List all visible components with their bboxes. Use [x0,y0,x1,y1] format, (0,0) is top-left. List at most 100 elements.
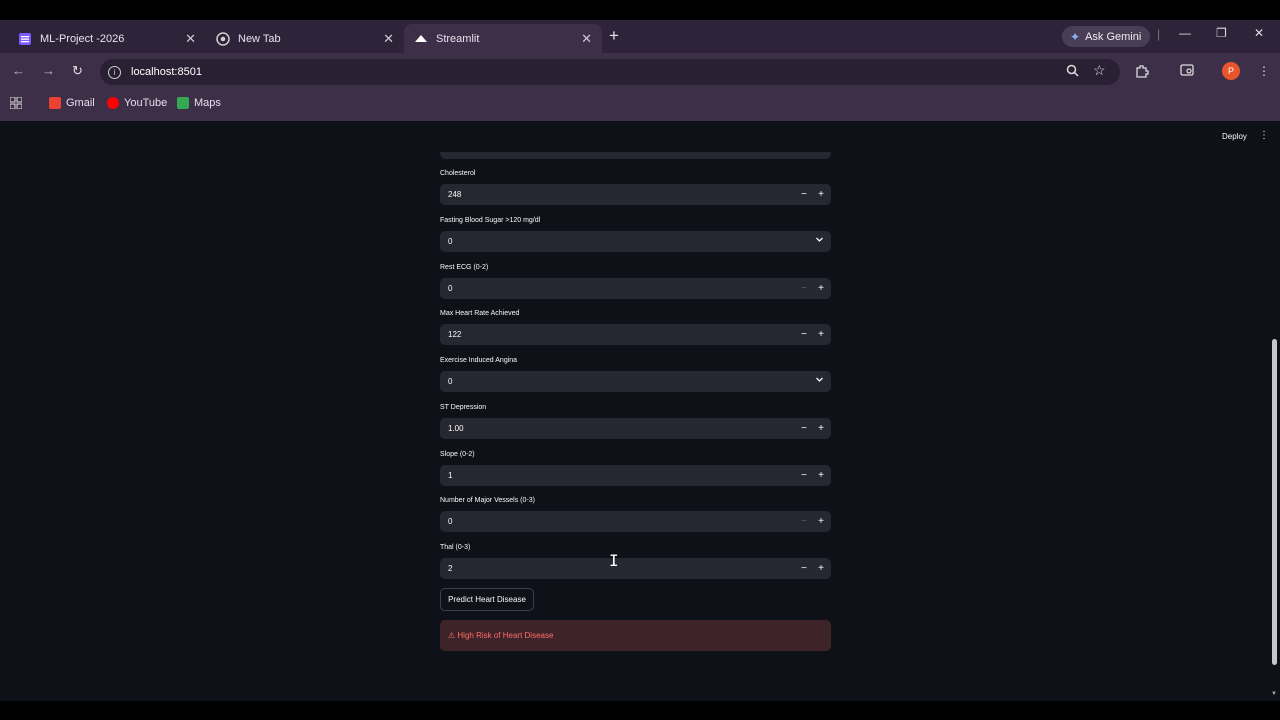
number-input[interactable]: 122 − + [440,324,831,345]
select-value: 0 [448,237,453,246]
number-input[interactable]: 248 − + [440,184,831,205]
decrement-button[interactable]: − [797,421,811,436]
browser-menu-icon[interactable]: ⋮ [1258,64,1270,78]
gemini-label: Ask Gemini [1085,30,1142,43]
bookmark-maps[interactable]: Maps [177,97,221,109]
field-label: ST Depression [440,404,487,411]
increment-button[interactable]: + [814,468,828,483]
bookmark-star-icon[interactable]: ☆ [1093,62,1106,79]
input-value: 1 [448,471,453,480]
decrement-button[interactable]: − [797,468,811,483]
chevron-down-icon [815,375,824,386]
tab-title: ML-Project -2026 [40,32,125,45]
number-input[interactable]: 0 − + [440,511,831,532]
decrement-button[interactable]: − [797,561,811,576]
increment-button[interactable]: + [814,561,828,576]
number-input[interactable]: 1 − + [440,465,831,486]
predict-button[interactable]: Predict Heart Disease [440,588,534,611]
tab-streamlit[interactable]: Streamlit ✕ [404,24,602,53]
bookmark-gmail[interactable]: Gmail [49,97,95,109]
text-cursor-icon: I [609,551,619,570]
bookmark-label: Gmail [66,97,95,109]
new-tab-button[interactable]: + [609,26,619,46]
gmail-icon [49,97,61,109]
field-fasting-blood-sugar: Fasting Blood Sugar >120 mg/dl 0 [440,217,831,252]
field-thal: Thal (0-3) 2 − + [440,544,831,579]
decrement-button[interactable]: − [797,187,811,202]
close-icon[interactable]: ✕ [581,31,592,47]
input-value: 0 [448,517,453,526]
number-input[interactable]: 1.00 − + [440,418,831,439]
result-error-alert: ⚠ High Risk of Heart Disease [440,620,831,651]
decrement-button[interactable]: − [797,514,811,529]
field-rest-ecg: Rest ECG (0-2) 0 − + [440,264,831,299]
tab-search-icon[interactable] [1180,64,1194,80]
gemini-icon: ✦ [1070,29,1081,44]
profile-avatar[interactable]: P [1222,62,1240,80]
field-label: Max Heart Rate Achieved [440,310,520,317]
field-cholesterol: Cholesterol 248 − + [440,170,831,205]
screen: ML-Project -2026 ✕ New Tab ✕ Streamlit ✕… [0,0,1280,720]
browser-tab-strip: ML-Project -2026 ✕ New Tab ✕ Streamlit ✕… [0,20,1280,53]
address-bar[interactable]: i localhost:8501 [100,59,1120,85]
bookmark-youtube[interactable]: YouTube [107,97,167,109]
field-label: Thal (0-3) [440,544,471,551]
number-input[interactable]: 2 − + [440,558,831,579]
minimize-icon[interactable]: — [1179,26,1191,40]
zoom-icon[interactable] [1066,64,1079,80]
restore-icon[interactable]: ❐ [1216,26,1227,40]
scrollbar-thumb[interactable] [1272,339,1277,665]
tab-ml-project[interactable]: ML-Project -2026 ✕ [8,24,206,53]
reload-icon[interactable]: ↻ [72,63,83,79]
increment-button[interactable]: + [814,514,828,529]
field-max-heart-rate: Max Heart Rate Achieved 122 − + [440,310,831,345]
apps-grid-icon[interactable] [10,97,22,109]
field-label: Slope (0-2) [440,451,475,458]
divider: | [1157,27,1161,41]
maps-icon [177,97,189,109]
select-input[interactable]: 0 [440,231,831,252]
list-icon [18,32,32,46]
field-label: Fasting Blood Sugar >120 mg/dl [440,217,541,224]
field-label: Exercise Induced Angina [440,357,518,364]
close-icon[interactable]: ✕ [383,31,394,47]
increment-button[interactable]: + [814,281,828,296]
previous-input-edge [440,152,831,159]
input-value: 248 [448,190,462,199]
field-exercise-angina: Exercise Induced Angina 0 [440,357,831,392]
window-close-icon[interactable]: ✕ [1254,26,1264,40]
youtube-icon [107,97,119,109]
bookmark-label: YouTube [124,97,168,109]
field-label: Rest ECG (0-2) [440,264,489,271]
deploy-button[interactable]: Deploy [1222,132,1247,141]
extensions-icon[interactable] [1135,64,1149,81]
scroll-down-arrow-icon[interactable]: ▼ [1271,691,1277,697]
input-value: 0 [448,284,453,293]
back-icon[interactable]: ← [12,63,25,78]
bookmarks-bar: Gmail YouTube Maps [0,89,1280,121]
browser-toolbar: ← → ↻ i localhost:8501 ☆ P ⋮ [0,53,1280,89]
input-value: 2 [448,564,453,573]
tab-title: Streamlit [436,32,480,45]
chrome-icon [216,31,230,46]
forward-icon[interactable]: → [42,63,55,78]
close-icon[interactable]: ✕ [185,31,196,47]
top-black-bar [0,0,1280,20]
input-value: 1.00 [448,424,464,433]
tab-new-tab[interactable]: New Tab ✕ [206,24,404,53]
main-menu-icon[interactable]: ⋮ [1259,130,1269,141]
field-label: Number of Major Vessels (0-3) [440,497,535,504]
bookmark-label: Maps [194,97,221,109]
increment-button[interactable]: + [814,421,828,436]
site-info-icon[interactable]: i [108,65,121,79]
select-input[interactable]: 0 [440,371,831,392]
decrement-button[interactable]: − [797,281,811,296]
decrement-button[interactable]: − [797,327,811,342]
bottom-black-bar [0,701,1280,720]
field-st-depression: ST Depression 1.00 − + [440,404,831,439]
increment-button[interactable]: + [814,327,828,342]
number-input[interactable]: 0 − + [440,278,831,299]
url-text: localhost:8501 [131,66,202,78]
increment-button[interactable]: + [814,187,828,202]
ask-gemini-button[interactable]: ✦ Ask Gemini [1062,26,1150,47]
